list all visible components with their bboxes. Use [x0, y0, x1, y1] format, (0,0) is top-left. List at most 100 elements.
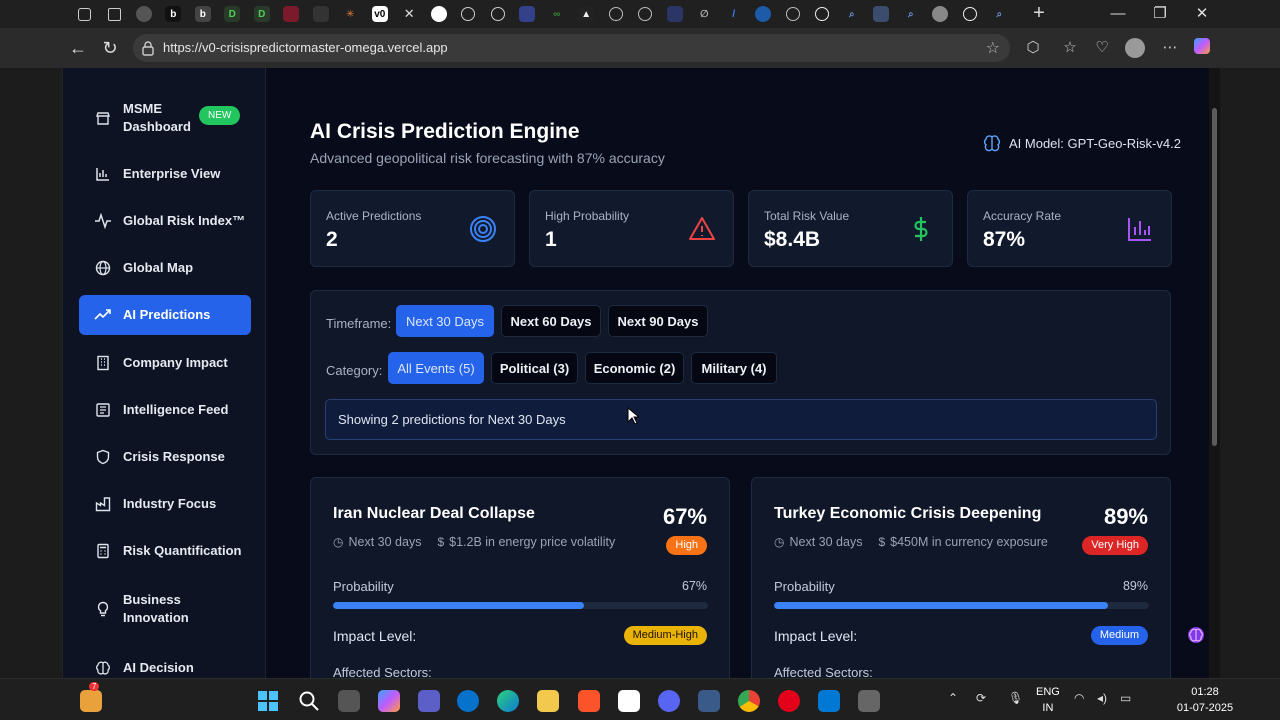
widgets-icon[interactable] — [80, 690, 102, 712]
category-all-events-button[interactable]: All Events (5) — [388, 352, 484, 384]
start-icon[interactable] — [257, 690, 279, 712]
tab-favicon-icon[interactable]: ⌕ — [837, 4, 867, 24]
brave-icon[interactable] — [578, 690, 600, 712]
scrollbar-thumb[interactable] — [1212, 108, 1217, 446]
tab-favicon-icon[interactable]: ▲ — [572, 4, 602, 24]
favorites-icon[interactable]: ☆ — [1060, 38, 1080, 58]
category-economic-button[interactable]: Economic (2) — [585, 352, 684, 384]
maximize-button[interactable]: ❐ — [1140, 2, 1180, 26]
tab-favicon-icon[interactable]: D — [247, 4, 277, 24]
chevron-up-icon[interactable]: ⌃ — [948, 691, 958, 705]
sidebar-item-global-risk-index[interactable]: Global Risk Index™ — [79, 201, 251, 241]
sidebar-item-company-impact[interactable]: Company Impact — [79, 343, 251, 383]
github-icon[interactable] — [483, 4, 513, 24]
sidebar-item-crisis-response[interactable]: Crisis Response — [79, 437, 251, 477]
tab-favicon-icon[interactable]: v0 — [365, 4, 395, 24]
tab-favicon-icon[interactable]: b — [188, 4, 218, 24]
discord-icon[interactable] — [658, 690, 680, 712]
new-tab-button[interactable]: + — [1030, 3, 1048, 24]
timeframe-90-days-button[interactable]: Next 90 Days — [608, 305, 708, 337]
impact-level-label: Impact Level: — [774, 628, 858, 644]
probability-bar — [774, 602, 1149, 609]
ai-assistant-icon[interactable] — [1187, 626, 1205, 644]
minimize-button[interactable]: — — [1098, 2, 1138, 26]
profile-avatar[interactable] — [1125, 38, 1145, 58]
system-clock[interactable]: 01:28 01-07-2025 — [1175, 684, 1235, 716]
sidebar-item-industry-focus[interactable]: Industry Focus — [79, 484, 251, 524]
favorite-star-icon[interactable]: ☆ — [986, 38, 1000, 58]
battery-icon[interactable]: ▭ — [1120, 691, 1131, 705]
tab-favicon-icon[interactable]: D — [218, 4, 248, 24]
tab-close-icon[interactable]: ✕ — [395, 4, 425, 24]
sidebar-item-intelligence-feed[interactable]: Intelligence Feed — [79, 390, 251, 430]
stat-card-active-predictions: Active Predictions 2 — [310, 190, 515, 267]
more-menu-icon[interactable]: ⋯ — [1160, 38, 1180, 58]
extensions-icon[interactable]: ⬡ — [1023, 38, 1043, 58]
timeframe-30-days-button[interactable]: Next 30 Days — [396, 305, 494, 337]
tab-favicon-icon[interactable]: ∞ — [542, 4, 572, 24]
edge-icon[interactable] — [497, 690, 519, 712]
sidebar-item-enterprise-view[interactable]: Enterprise View — [79, 154, 251, 194]
globe-icon[interactable] — [631, 4, 661, 24]
sidebar-item-risk-quantification[interactable]: Risk Quantification — [79, 531, 251, 571]
github-icon[interactable] — [454, 4, 484, 24]
copilot-icon[interactable] — [1192, 38, 1212, 58]
teams-icon[interactable] — [418, 690, 440, 712]
sidebar-item-ai-predictions[interactable]: AI Predictions — [79, 295, 251, 335]
opera-icon[interactable] — [778, 690, 800, 712]
search-icon[interactable] — [298, 690, 320, 712]
tab-favicon-icon[interactable] — [277, 4, 307, 24]
globe-icon[interactable] — [955, 4, 985, 24]
vscode-icon[interactable] — [818, 690, 840, 712]
sidebar-item-business-innovation[interactable]: Business Innovation — [79, 588, 251, 630]
refresh-button[interactable]: ↻ — [98, 36, 122, 60]
sidebar-item-global-map[interactable]: Global Map — [79, 248, 251, 288]
tab-favicon-icon[interactable]: / — [719, 4, 749, 24]
stat-value: $8.4B — [764, 228, 821, 251]
category-political-button[interactable]: Political (3) — [491, 352, 578, 384]
tab-favicon-icon[interactable] — [424, 4, 454, 24]
tab-favicon-icon[interactable] — [660, 4, 690, 24]
back-button[interactable]: ← — [66, 36, 90, 60]
chrome-icon[interactable] — [738, 690, 760, 712]
workspaces-icon[interactable] — [70, 4, 100, 24]
tab-favicon-icon[interactable]: b — [159, 4, 189, 24]
tab-favicon-icon[interactable]: ⌕ — [985, 4, 1015, 24]
tab-favicon-icon[interactable]: ∅ — [690, 4, 720, 24]
prediction-card[interactable]: Turkey Economic Crisis Deepening 89% ◷ N… — [751, 477, 1171, 678]
tab-favicon-icon[interactable] — [129, 4, 159, 24]
globe-icon[interactable] — [808, 4, 838, 24]
tab-favicon-icon[interactable] — [306, 4, 336, 24]
prediction-card[interactable]: Iran Nuclear Deal Collapse 67% ◷ Next 30… — [310, 477, 730, 678]
tab-favicon-icon[interactable] — [513, 4, 543, 24]
close-window-button[interactable]: ✕ — [1182, 2, 1222, 26]
app-icon[interactable] — [698, 690, 720, 712]
timeframe-60-days-button[interactable]: Next 60 Days — [501, 305, 601, 337]
category-military-button[interactable]: Military (4) — [691, 352, 777, 384]
snipping-tool-icon[interactable] — [858, 690, 880, 712]
copilot-icon[interactable] — [378, 690, 400, 712]
tab-favicon-icon[interactable]: ⌕ — [896, 4, 926, 24]
file-icon[interactable] — [618, 690, 640, 712]
wifi-icon[interactable]: ◠ — [1074, 691, 1084, 705]
address-bar[interactable]: https://v0-crisispredictormaster-omega.v… — [133, 34, 1010, 62]
task-view-icon[interactable] — [338, 690, 360, 712]
globe-icon[interactable] — [601, 4, 631, 24]
file-explorer-icon[interactable] — [537, 690, 559, 712]
tab-favicon-icon[interactable]: ✳ — [336, 4, 366, 24]
tab-favicon-icon[interactable] — [867, 4, 897, 24]
volume-icon[interactable]: ◂) — [1097, 691, 1107, 705]
sidebar-item-ai-decision[interactable]: AI Decision — [79, 648, 251, 678]
sync-icon[interactable]: ⟳ — [976, 691, 986, 705]
stat-label: Accuracy Rate — [983, 209, 1062, 223]
bar-chart-icon — [93, 164, 113, 184]
ai-model-label: AI Model: GPT-Geo-Risk-v4.2 — [1009, 135, 1181, 151]
language-indicator[interactable]: ENG IN — [1036, 684, 1060, 716]
globe-icon[interactable] — [778, 4, 808, 24]
tab-actions-icon[interactable] — [100, 4, 130, 24]
tab-favicon-icon[interactable] — [926, 4, 956, 24]
browser-essentials-icon[interactable]: ♡ — [1092, 38, 1112, 58]
microphone-icon[interactable]: 🎙 — [1008, 691, 1023, 705]
dell-icon[interactable] — [457, 690, 479, 712]
tab-favicon-icon[interactable] — [749, 4, 779, 24]
